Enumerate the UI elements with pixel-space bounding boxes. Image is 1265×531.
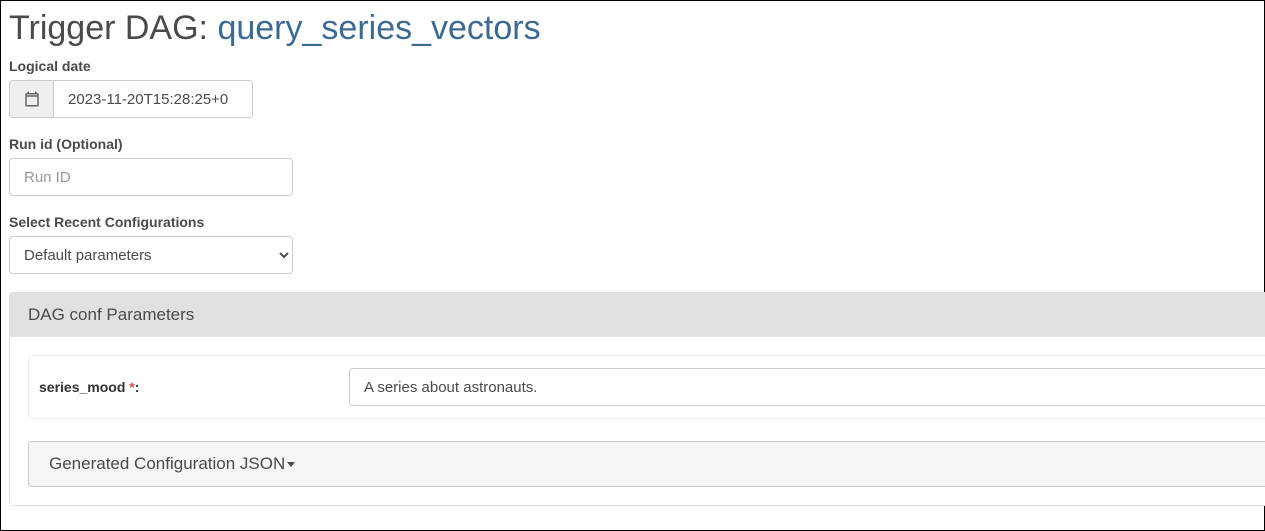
logical-date-input-group (9, 80, 1256, 118)
page-title: Trigger DAG: query_series_vectors (9, 9, 1256, 48)
run-id-label: Run id (Optional) (9, 136, 1256, 152)
recent-config-group: Select Recent Configurations Default par… (9, 214, 1256, 274)
param-label-series-mood: series_mood *: (39, 379, 349, 395)
chevron-down-icon (287, 462, 295, 467)
logical-date-group: Logical date (9, 58, 1256, 118)
dag-conf-body: series_mood *: Generated Configuration J… (10, 337, 1265, 505)
run-id-group: Run id (Optional) (9, 136, 1256, 196)
dag-conf-panel: DAG conf Parameters series_mood *: Gener… (9, 292, 1265, 506)
dag-conf-heading: DAG conf Parameters (10, 293, 1265, 337)
title-prefix: Trigger DAG: (9, 9, 217, 47)
logical-date-label: Logical date (9, 58, 1256, 74)
recent-config-label: Select Recent Configurations (9, 214, 1256, 230)
series-mood-input[interactable] (349, 368, 1265, 406)
json-toggle-label: Generated Configuration JSON (49, 454, 285, 473)
param-name: series_mood (39, 379, 125, 395)
generated-json-toggle[interactable]: Generated Configuration JSON (28, 441, 1265, 487)
calendar-icon[interactable] (9, 80, 53, 118)
param-row-series-mood: series_mood *: (28, 355, 1265, 419)
run-id-input[interactable] (9, 158, 293, 196)
recent-config-select[interactable]: Default parameters (9, 236, 293, 274)
dag-name-link[interactable]: query_series_vectors (217, 9, 540, 47)
logical-date-input[interactable] (53, 80, 253, 118)
